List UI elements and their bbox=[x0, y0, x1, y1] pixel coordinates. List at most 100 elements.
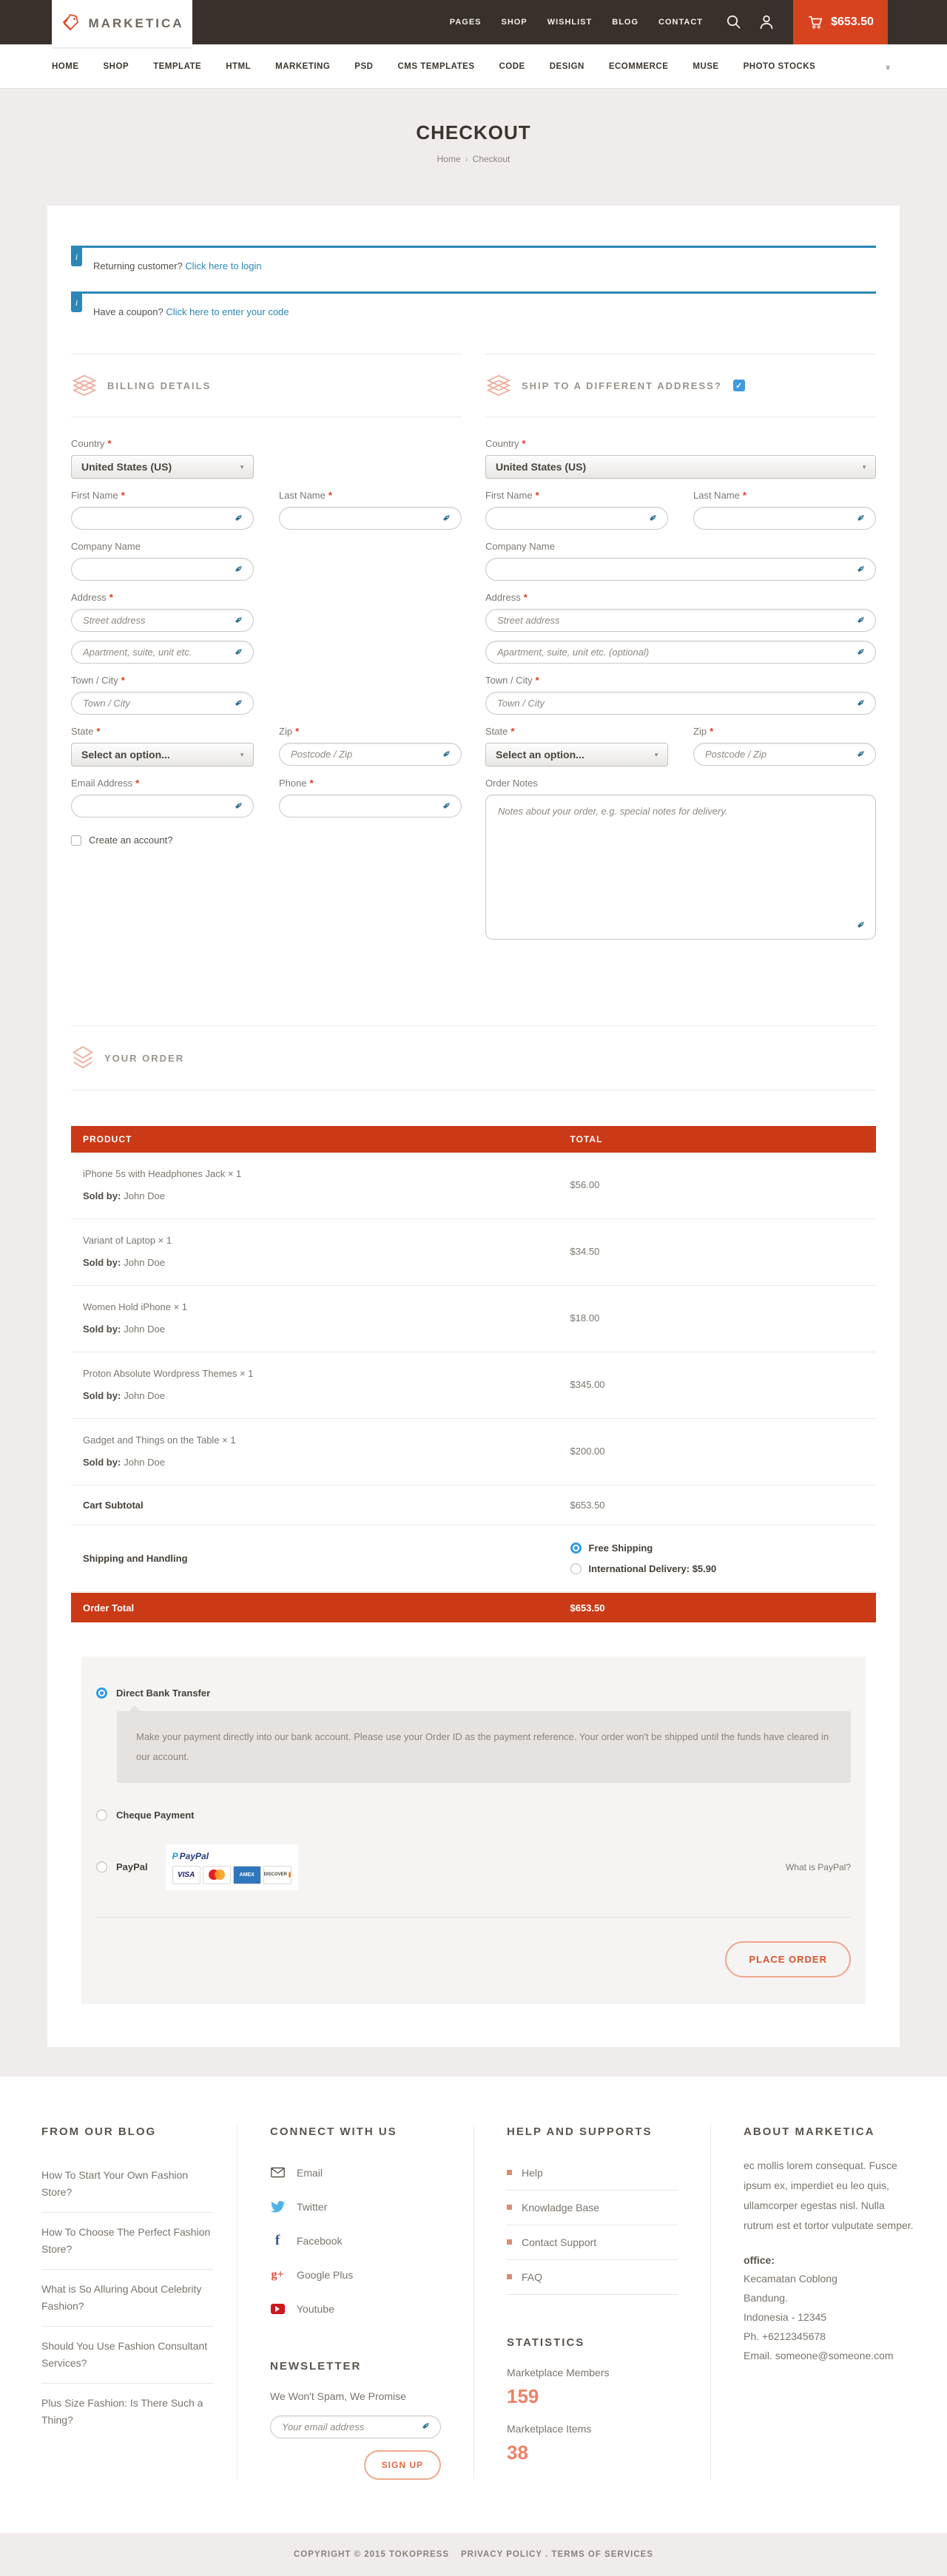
youtube-icon bbox=[270, 2302, 285, 2316]
topnav-wishlist[interactable]: WISHLIST bbox=[547, 18, 593, 27]
list-item[interactable]: How To Choose The Perfect Fashion Store? bbox=[41, 2213, 213, 2270]
menu-item-photo-stocks[interactable]: PHOTO STOCKS bbox=[744, 62, 816, 71]
shipping-state-select[interactable]: Select an option... bbox=[485, 743, 668, 766]
social-link-youtube[interactable]: Youtube bbox=[270, 2292, 441, 2326]
shipping-first-name-input[interactable] bbox=[485, 507, 668, 530]
footer-about-column: ABOUT MARKETICA ec mollis lorem consequa… bbox=[710, 2125, 947, 2480]
brand-name: MARKETICA bbox=[89, 16, 184, 31]
social-link-google-plus[interactable]: g+ Google Plus bbox=[270, 2258, 441, 2292]
coupon-link[interactable]: Click here to enter your code bbox=[166, 306, 289, 317]
copyright-links[interactable]: PRIVACY POLICY . TERMS OF SERVICES bbox=[461, 2550, 653, 2559]
social-link-facebook[interactable]: f Facebook bbox=[270, 2224, 441, 2258]
menu-item-muse[interactable]: MUSE bbox=[692, 62, 718, 71]
shipping-address-label: Address bbox=[485, 592, 876, 603]
create-account-checkbox[interactable] bbox=[71, 835, 81, 846]
topnav-pages[interactable]: PAGES bbox=[450, 18, 482, 27]
radio-unselected-icon[interactable] bbox=[96, 1861, 107, 1872]
topnav-contact[interactable]: CONTACT bbox=[658, 18, 703, 27]
pen-icon bbox=[422, 2421, 434, 2432]
billing-street-input[interactable] bbox=[71, 609, 254, 632]
pen-icon bbox=[235, 564, 246, 576]
list-item[interactable]: How To Start Your Own Fashion Store? bbox=[41, 2156, 213, 2213]
knowledge-base-link[interactable]: Knowladge Base bbox=[507, 2191, 678, 2225]
menu-item-shop[interactable]: SHOP bbox=[104, 62, 129, 71]
menu-item-ecommerce[interactable]: ECOMMERCE bbox=[609, 62, 669, 71]
amex-logo: AMEX bbox=[233, 1866, 261, 1884]
list-item[interactable]: Should You Use Fashion Consultant Servic… bbox=[41, 2327, 213, 2384]
payment-method-cheque[interactable]: Cheque Payment bbox=[96, 1810, 851, 1821]
logo[interactable]: MARKETICA bbox=[52, 0, 192, 47]
blog-column-title: FROM OUR BLOG bbox=[41, 2125, 213, 2138]
menu-item-home[interactable]: HOME bbox=[52, 62, 79, 71]
contact-support-link[interactable]: Contact Support bbox=[507, 2225, 678, 2260]
shipping-zip-input[interactable] bbox=[693, 743, 876, 766]
menu-item-code[interactable]: CODE bbox=[499, 62, 525, 71]
chevron-down-icon[interactable] bbox=[883, 64, 892, 67]
menu-item-html[interactable]: HTML bbox=[226, 62, 251, 71]
billing-zip-input[interactable] bbox=[279, 743, 462, 766]
help-link[interactable]: Help bbox=[507, 2156, 678, 2191]
shipping-country-value: United States (US) bbox=[496, 461, 586, 473]
menu-item-design[interactable]: DESIGN bbox=[550, 62, 584, 71]
order-table-header: PRODUCT TOTAL bbox=[71, 1126, 876, 1153]
faq-link[interactable]: FAQ bbox=[507, 2260, 678, 2295]
address-line: Kecamatan Coblong bbox=[744, 2270, 914, 2289]
newsletter-section: NEWSLETTER We Won't Spam, We Promise SIG… bbox=[270, 2360, 441, 2480]
copyright-bar: COPYRIGHT © 2015 TOKOPRESS PRIVACY POLIC… bbox=[0, 2533, 947, 2576]
shipping-street-input[interactable] bbox=[485, 609, 876, 632]
menu-item-psd[interactable]: PSD bbox=[354, 62, 373, 71]
radio-unselected-icon[interactable] bbox=[570, 1563, 582, 1574]
email-icon bbox=[270, 2165, 285, 2180]
square-bullet-icon bbox=[507, 2274, 512, 2279]
billing-email-input[interactable] bbox=[71, 795, 254, 817]
help-column-title: HELP AND SUPPORTS bbox=[507, 2125, 678, 2138]
shipping-apartment-input[interactable] bbox=[485, 641, 876, 664]
shipping-last-name-input[interactable] bbox=[693, 507, 876, 530]
billing-company-input[interactable] bbox=[71, 558, 254, 581]
radio-selected-icon[interactable] bbox=[96, 1687, 107, 1699]
breadcrumb-home[interactable]: Home bbox=[437, 154, 461, 164]
shipping-company-input[interactable] bbox=[485, 558, 876, 581]
shipping-option-international[interactable]: International Delivery: $5.90 bbox=[570, 1563, 876, 1574]
shipping-title: SHIP TO A DIFFERENT ADDRESS? bbox=[522, 380, 722, 391]
address-line: Ph. +6212345678 bbox=[744, 2327, 914, 2347]
billing-state-label: State bbox=[71, 726, 254, 737]
order-notes-textarea[interactable] bbox=[485, 795, 876, 940]
topnav-shop[interactable]: SHOP bbox=[502, 18, 528, 27]
billing-country-select[interactable]: United States (US) bbox=[71, 455, 254, 479]
radio-selected-icon[interactable] bbox=[570, 1542, 582, 1554]
what-is-paypal-link[interactable]: What is PayPal? bbox=[786, 1862, 851, 1872]
cart-button[interactable]: $653.50 bbox=[793, 0, 888, 44]
menu-item-template[interactable]: TEMPLATE bbox=[153, 62, 201, 71]
payment-method-bank[interactable]: Direct Bank Transfer bbox=[96, 1687, 851, 1699]
newsletter-tagline: We Won't Spam, We Promise bbox=[270, 2390, 441, 2402]
login-link[interactable]: Click here to login bbox=[185, 260, 261, 272]
pen-icon bbox=[235, 513, 246, 525]
ship-different-checkbox[interactable] bbox=[733, 380, 745, 391]
menu-item-marketing[interactable]: MARKETING bbox=[275, 62, 330, 71]
list-item[interactable]: Plus Size Fashion: Is There Such a Thing… bbox=[41, 2384, 213, 2440]
menu-item-cms-templates[interactable]: CMS TEMPLATES bbox=[397, 62, 474, 71]
billing-apartment-input[interactable] bbox=[71, 641, 254, 664]
billing-phone-input[interactable] bbox=[279, 795, 462, 817]
billing-first-name-input[interactable] bbox=[71, 507, 254, 530]
topnav-blog[interactable]: BLOG bbox=[612, 18, 638, 27]
social-link-twitter[interactable]: Twitter bbox=[270, 2190, 441, 2224]
returning-customer-notice: i Returning customer? Click here to logi… bbox=[71, 246, 876, 283]
billing-state-select[interactable]: Select an option... bbox=[71, 743, 254, 766]
payment-method-paypal[interactable]: PayPal PPayPal VISA AMEX DISCOVER What i… bbox=[96, 1844, 851, 1890]
radio-unselected-icon[interactable] bbox=[96, 1810, 107, 1821]
user-icon[interactable] bbox=[758, 13, 775, 31]
social-link-email[interactable]: Email bbox=[270, 2156, 441, 2190]
billing-town-input[interactable] bbox=[71, 692, 254, 715]
billing-last-name-input[interactable] bbox=[279, 507, 462, 530]
newsletter-email-input[interactable] bbox=[270, 2415, 441, 2438]
shipping-option-free[interactable]: Free Shipping bbox=[570, 1542, 876, 1554]
search-icon[interactable] bbox=[725, 13, 743, 31]
billing-email-label: Email Address bbox=[71, 778, 254, 789]
place-order-button[interactable]: PLACE ORDER bbox=[725, 1941, 851, 1977]
shipping-town-input[interactable] bbox=[485, 692, 876, 715]
shipping-country-select[interactable]: United States (US) bbox=[485, 455, 876, 479]
list-item[interactable]: What is So Alluring About Celebrity Fash… bbox=[41, 2270, 213, 2327]
sign-up-button[interactable]: SIGN UP bbox=[364, 2450, 441, 2480]
